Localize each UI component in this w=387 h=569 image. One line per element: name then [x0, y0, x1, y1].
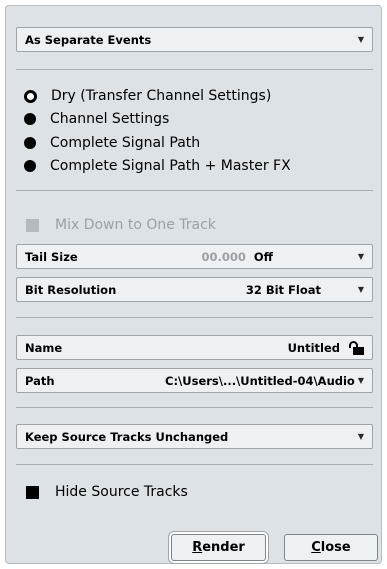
- radio-icon: [24, 137, 36, 149]
- name-label: Name: [25, 340, 63, 355]
- radio-channel-settings[interactable]: Channel Settings: [24, 109, 169, 129]
- render-button-mnemonic: R: [192, 540, 203, 555]
- radio-selected-icon: [24, 89, 37, 103]
- chevron-down-icon: ▼: [357, 252, 364, 261]
- radio-channel-settings-label: Channel Settings: [50, 111, 170, 127]
- hide-source-tracks-checkbox[interactable]: Hide Source Tracks: [26, 482, 188, 502]
- radio-complete-signal-path[interactable]: Complete Signal Path: [24, 133, 200, 153]
- checkbox-box: [26, 485, 39, 499]
- source-tracks-value: Keep Source Tracks Unchanged: [25, 429, 229, 444]
- path-label: Path: [25, 373, 55, 388]
- radio-icon: [24, 113, 36, 125]
- checkbox-box: [26, 218, 39, 232]
- bit-resolution-value: 32 Bit Float: [245, 282, 322, 297]
- event-mode-value: As Separate Events: [25, 32, 152, 47]
- radio-master-fx-label: Complete Signal Path + Master FX: [50, 158, 291, 174]
- render-button-rest: ender: [202, 540, 245, 555]
- divider: [16, 464, 373, 465]
- name-field[interactable]: Name Untitled: [16, 335, 373, 360]
- lock-icon[interactable]: [348, 340, 364, 355]
- radio-dry-label: Dry (Transfer Channel Settings): [51, 88, 272, 104]
- chevron-down-icon: ▼: [357, 432, 364, 441]
- bit-resolution-label: Bit Resolution: [25, 282, 117, 297]
- radio-complete-signal-path-label: Complete Signal Path: [50, 135, 201, 151]
- close-button-rest: lose: [320, 540, 351, 555]
- chevron-down-icon: ▼: [357, 376, 364, 385]
- radio-complete-signal-path-master-fx[interactable]: Complete Signal Path + Master FX: [24, 156, 291, 176]
- render-button[interactable]: Render: [171, 534, 266, 561]
- tail-size-label: Tail Size: [25, 249, 78, 264]
- divider: [16, 69, 373, 70]
- path-value: C:\Users\...\Untitled-04\Audio: [165, 373, 355, 388]
- path-dropdown[interactable]: Path C:\Users\...\Untitled-04\Audio ▼: [16, 368, 373, 393]
- tail-size-field[interactable]: Tail Size 00.000 Off ▼: [16, 244, 373, 269]
- radio-icon: [24, 160, 36, 172]
- radio-dry[interactable]: Dry (Transfer Channel Settings): [24, 86, 271, 106]
- mix-down-label: Mix Down to One Track: [55, 217, 216, 233]
- source-tracks-dropdown[interactable]: Keep Source Tracks Unchanged ▼: [16, 424, 373, 449]
- mix-down-checkbox[interactable]: Mix Down to One Track: [26, 215, 216, 235]
- tail-size-time: 00.000: [201, 249, 246, 264]
- name-value: Untitled: [287, 340, 340, 355]
- tail-size-value: Off: [253, 249, 273, 264]
- divider: [16, 190, 373, 191]
- close-button[interactable]: Close: [284, 534, 378, 561]
- divider: [16, 407, 373, 408]
- close-button-mnemonic: C: [311, 540, 321, 555]
- event-mode-dropdown[interactable]: As Separate Events ▼: [16, 27, 373, 52]
- bit-resolution-dropdown[interactable]: Bit Resolution 32 Bit Float ▼: [16, 277, 373, 302]
- divider: [16, 317, 373, 318]
- chevron-down-icon: ▼: [357, 35, 364, 44]
- chevron-down-icon: ▼: [357, 285, 364, 294]
- hide-source-tracks-label: Hide Source Tracks: [55, 484, 188, 500]
